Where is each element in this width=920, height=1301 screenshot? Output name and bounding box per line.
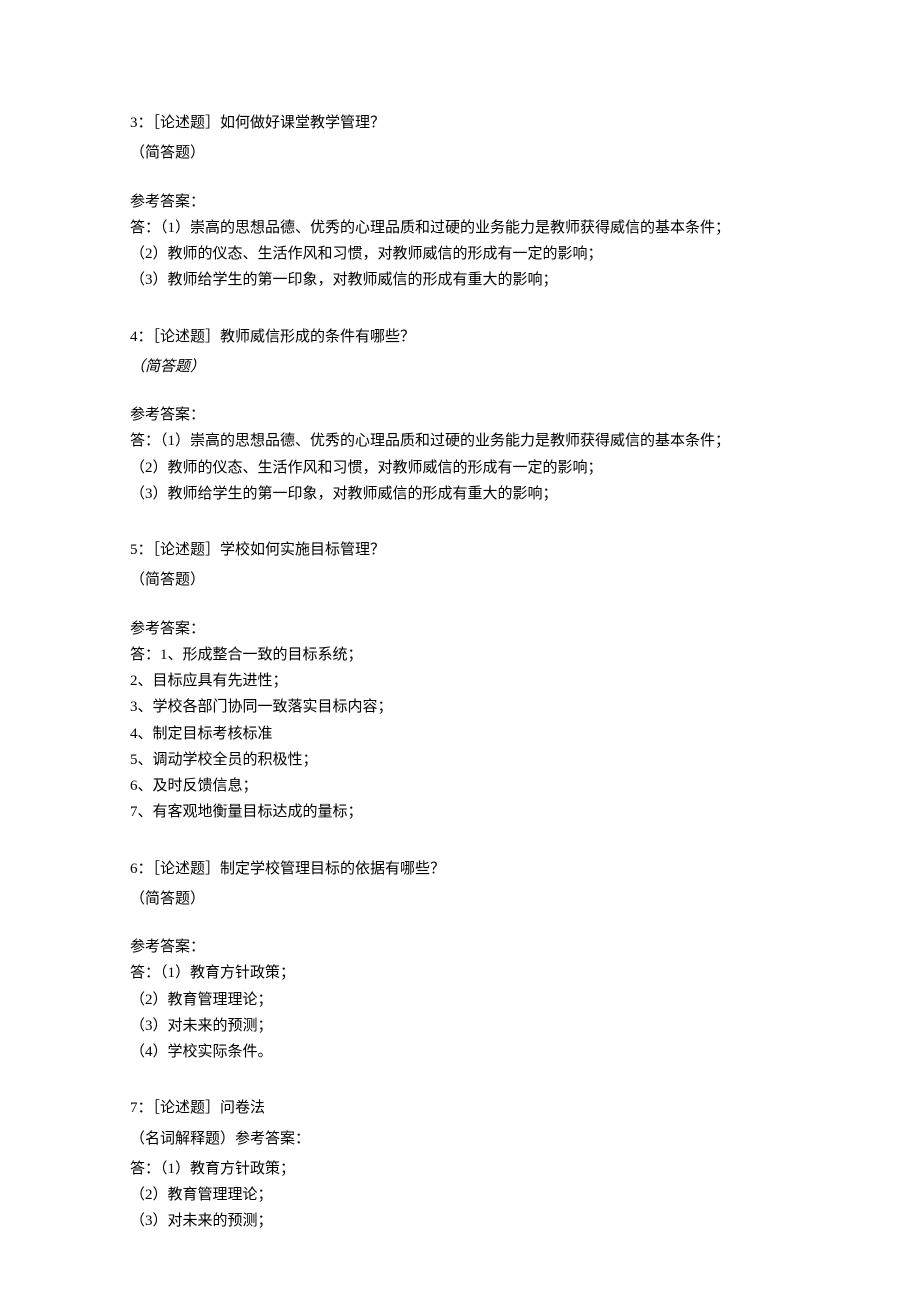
question-3: 3：［论述题］如何做好课堂教学管理？ （简答题） 参考答案： 答：（1）崇高的思… [130, 110, 790, 294]
answer-label: 参考答案： [130, 189, 790, 215]
answer-line: 答：（1）崇高的思想品德、优秀的心理品质和过硬的业务能力是教师获得威信的基本条件… [130, 215, 790, 241]
answer-line: （2）教师的仪态、生活作风和习惯，对教师威信的形成有一定的影响； [130, 241, 790, 267]
answer-label: 参考答案： [130, 402, 790, 428]
answer-line: （3）教师给学生的第一印象，对教师威信的形成有重大的影响； [130, 481, 790, 507]
answer-line: （3）教师给学生的第一印象，对教师威信的形成有重大的影响； [130, 267, 790, 293]
question-title: 3：［论述题］如何做好课堂教学管理？ [130, 110, 790, 136]
question-type: （名词解释题）参考答案： [130, 1126, 790, 1152]
answer-label: 参考答案： [130, 616, 790, 642]
question-7: 7：［论述题］问卷法 （名词解释题）参考答案： 答：（1）教育方针政策； （2）… [130, 1095, 790, 1234]
answer-line: 答：（1）崇高的思想品德、优秀的心理品质和过硬的业务能力是教师获得威信的基本条件… [130, 428, 790, 454]
answer-line: （2）教育管理理论； [130, 1182, 790, 1208]
question-title: 7：［论述题］问卷法 [130, 1095, 790, 1121]
answer-line: （3）对未来的预测； [130, 1208, 790, 1234]
question-type: （简答题） [130, 567, 790, 593]
answer-line: 7、有客观地衡量目标达成的量标； [130, 799, 790, 825]
answer-line: 答：1、形成整合一致的目标系统； [130, 642, 790, 668]
answer-line: （2）教师的仪态、生活作风和习惯，对教师威信的形成有一定的影响； [130, 455, 790, 481]
question-title: 4：［论述题］教师威信形成的条件有哪些？ [130, 324, 790, 350]
question-4: 4：［论述题］教师威信形成的条件有哪些？ （简答题） 参考答案： 答：（1）崇高… [130, 324, 790, 508]
question-title: 6：［论述题］制定学校管理目标的依据有哪些？ [130, 856, 790, 882]
answer-line: 5、调动学校全员的积极性； [130, 747, 790, 773]
question-6: 6：［论述题］制定学校管理目标的依据有哪些？ （简答题） 参考答案： 答：（1）… [130, 856, 790, 1066]
answer-line: （4）学校实际条件。 [130, 1039, 790, 1065]
document-page: 3：［论述题］如何做好课堂教学管理？ （简答题） 参考答案： 答：（1）崇高的思… [0, 0, 920, 1295]
spacer [130, 384, 790, 402]
question-type: （简答题） [130, 140, 790, 166]
answer-label: 参考答案： [130, 934, 790, 960]
answer-line: （3）对未来的预测； [130, 1013, 790, 1039]
question-type: （简答题） [130, 886, 790, 912]
answer-line: 答：（1）教育方针政策； [130, 960, 790, 986]
answer-line: 3、学校各部门协同一致落实目标内容； [130, 694, 790, 720]
spacer [130, 171, 790, 189]
answer-line: 答：（1）教育方针政策； [130, 1156, 790, 1182]
spacer [130, 916, 790, 934]
question-type: （简答题） [130, 354, 790, 380]
question-title: 5：［论述题］学校如何实施目标管理？ [130, 537, 790, 563]
answer-line: （2）教育管理理论； [130, 987, 790, 1013]
answer-line: 6、及时反馈信息； [130, 773, 790, 799]
answer-line: 2、目标应具有先进性； [130, 668, 790, 694]
question-5: 5：［论述题］学校如何实施目标管理？ （简答题） 参考答案： 答：1、形成整合一… [130, 537, 790, 826]
answer-line: 4、制定目标考核标准 [130, 721, 790, 747]
spacer [130, 598, 790, 616]
